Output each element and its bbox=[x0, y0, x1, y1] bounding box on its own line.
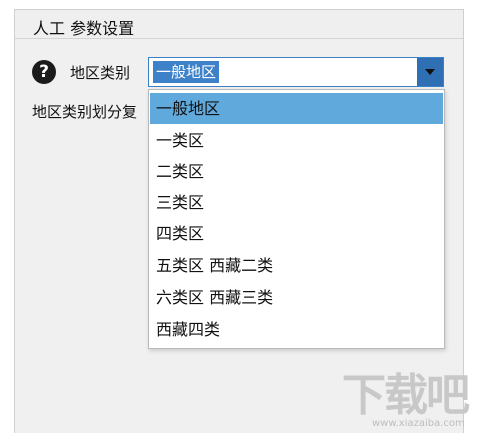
dropdown-option[interactable]: 一类区 bbox=[150, 125, 443, 156]
chevron-down-icon[interactable] bbox=[417, 58, 443, 86]
watermark-text: 下载吧 bbox=[342, 370, 470, 421]
dropdown-option[interactable]: 三类区 bbox=[150, 187, 443, 218]
panel-header: 人工 参数设置 bbox=[15, 10, 463, 39]
help-icon[interactable]: ? bbox=[32, 60, 56, 84]
dropdown-option[interactable]: 西藏四类 bbox=[150, 314, 443, 345]
panel-title: 人工 参数设置 bbox=[33, 19, 135, 38]
watermark-url: www.xiazaiba.com bbox=[372, 418, 465, 429]
watermark-logo: 下载吧 www.xiazaiba.com bbox=[342, 372, 472, 432]
region-category-select[interactable]: 一般地区 bbox=[148, 57, 444, 87]
dropdown-option[interactable]: 二类区 bbox=[150, 156, 443, 187]
region-category-label: 地区类别 bbox=[70, 64, 131, 82]
dropdown-option[interactable]: 一般地区 bbox=[150, 93, 443, 124]
dropdown-list: 一般地区 一类区 二类区 三类区 四类区 五类区 西藏二类 六类区 西藏三类 西… bbox=[148, 89, 445, 349]
select-current-value: 一般地区 bbox=[153, 61, 220, 83]
dropdown-option[interactable]: 五类区 西藏二类 bbox=[150, 250, 443, 281]
dropdown-option[interactable]: 四类区 bbox=[150, 218, 443, 249]
dropdown-option[interactable]: 六类区 西藏三类 bbox=[150, 282, 443, 313]
region-category-note: 地区类别划分复 bbox=[32, 103, 138, 121]
